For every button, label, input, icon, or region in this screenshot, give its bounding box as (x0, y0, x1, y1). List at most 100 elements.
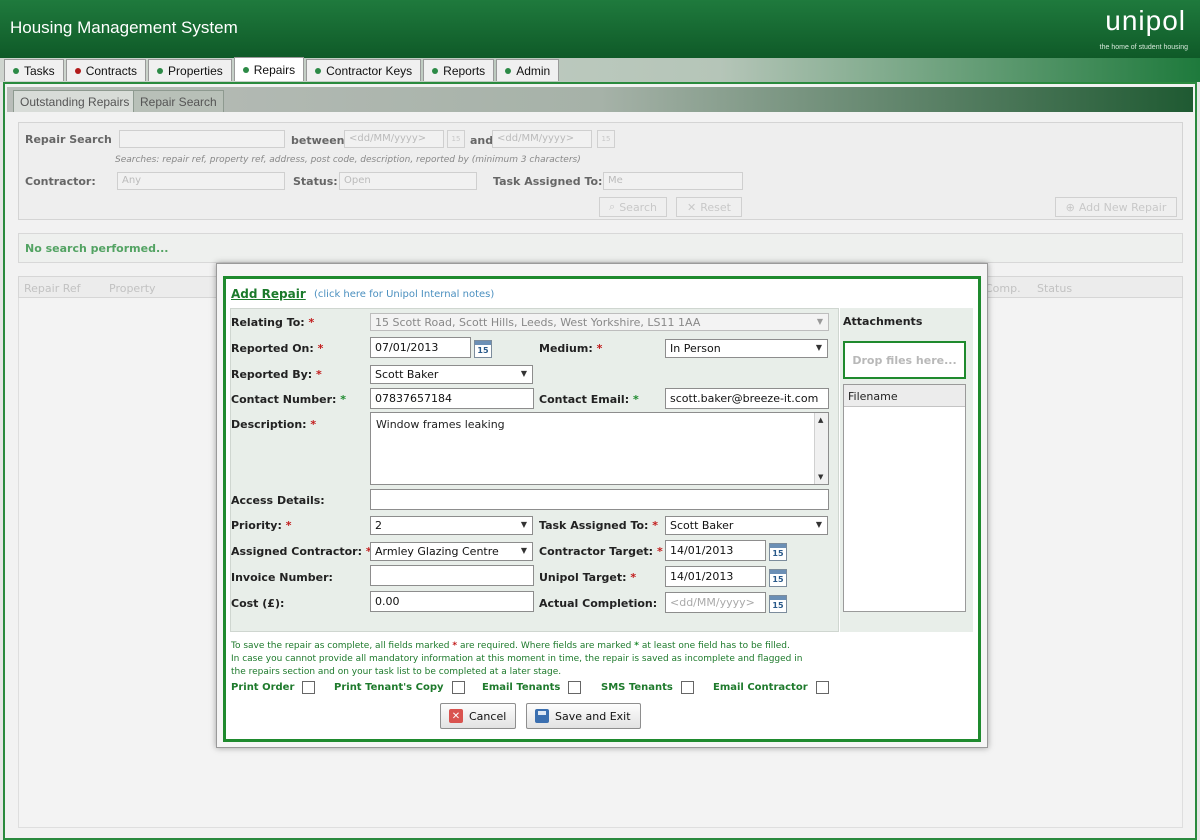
tab-reports[interactable]: Reports (423, 59, 495, 81)
logo-tagline: the home of student housing (1099, 44, 1188, 51)
sub-tabs: Outstanding Repairs Repair Search (7, 87, 1193, 112)
calendar-to-icon[interactable]: 15 (597, 130, 615, 148)
unipol-target-input[interactable]: 14/01/2013 (665, 566, 766, 587)
repair-search-panel: Repair Search between <dd/MM/yyyy> 15 an… (18, 122, 1183, 220)
contact-email-input[interactable]: scott.baker@breeze-it.com (665, 388, 829, 409)
app-title: Housing Management System (10, 18, 238, 37)
cancel-icon: ✕ (449, 709, 463, 723)
calendar-icon[interactable]: 15 (769, 595, 787, 613)
sms-tenants-checkbox[interactable] (680, 681, 694, 694)
description-scrollbar[interactable]: ▲ ▼ (814, 413, 828, 484)
main-tabs: Tasks Contracts Properties Repairs Contr… (4, 57, 560, 81)
description-label: Description: * (231, 418, 317, 431)
print-order-option: Print Order (231, 681, 316, 694)
cost-input[interactable]: 0.00 (370, 591, 534, 612)
calendar-icon[interactable]: 15 (474, 340, 492, 358)
contact-number-label: Contact Number: * (231, 393, 347, 406)
access-details-input[interactable] (370, 489, 829, 510)
save-icon (535, 709, 549, 723)
priority-select[interactable]: 2 ▼ (370, 516, 533, 535)
chevron-down-icon: ▼ (520, 520, 527, 529)
unipol-logo: unipol (1105, 5, 1186, 36)
between-label: between (291, 134, 345, 147)
footnote-line-2: In case you cannot provide all mandatory… (231, 654, 803, 664)
status-dot-icon (505, 67, 512, 74)
contractor-target-input[interactable]: 14/01/2013 (665, 540, 766, 561)
reported-by-label: Reported By: * (231, 368, 322, 381)
invoice-number-label: Invoice Number: (231, 571, 333, 584)
contractor-label: Contractor: (25, 175, 96, 188)
sms-tenants-option: SMS Tenants (601, 681, 694, 694)
search-button[interactable]: ⌕ Search (599, 197, 667, 217)
internal-notes-link[interactable]: (click here for Unipol Internal notes) (314, 289, 494, 300)
filename-column[interactable]: Filename (844, 385, 965, 407)
search-icon: ⌕ (609, 200, 616, 213)
status-dot-icon (242, 66, 249, 73)
output-options: Print Order Print Tenant's Copy Email Te… (231, 681, 971, 699)
email-contractor-checkbox[interactable] (815, 681, 829, 694)
task-assigned-to-select[interactable]: Scott Baker ▼ (665, 516, 828, 535)
tab-repair-search[interactable]: Repair Search (133, 90, 224, 112)
cancel-button[interactable]: ✕ Cancel (440, 703, 516, 729)
reported-on-input[interactable]: 07/01/2013 (370, 337, 471, 358)
print-tenants-copy-option: Print Tenant's Copy (334, 681, 465, 694)
chevron-down-icon: ▼ (816, 317, 823, 326)
reported-by-select[interactable]: Scott Baker ▼ (370, 365, 533, 384)
status-select[interactable]: Open (339, 172, 477, 190)
status-dot-icon (432, 67, 439, 74)
contact-number-input[interactable]: 07837657184 (370, 388, 534, 409)
file-drop-zone[interactable]: Drop files here... (843, 341, 966, 379)
chevron-down-icon: ▼ (520, 546, 527, 555)
scroll-up-icon[interactable]: ▲ (818, 416, 823, 424)
contact-email-label: Contact Email: * (539, 393, 639, 406)
add-new-repair-button[interactable]: ⊕ Add New Repair (1055, 197, 1177, 217)
actual-completion-input[interactable]: <dd/MM/yyyy> (665, 592, 766, 613)
attachments-panel: Attachments Drop files here... Filename (840, 308, 973, 632)
description-textarea[interactable]: Window frames leaking ▲ ▼ (370, 412, 829, 485)
tab-tasks[interactable]: Tasks (4, 59, 64, 81)
column-status[interactable]: Status (1037, 282, 1072, 295)
task-assigned-select[interactable]: Me (603, 172, 743, 190)
relating-to-select[interactable]: 15 Scott Road, Scott Hills, Leeds, West … (370, 313, 829, 331)
priority-label: Priority: * (231, 519, 292, 532)
contractor-select[interactable]: Any (117, 172, 285, 190)
save-and-exit-button[interactable]: Save and Exit (526, 703, 641, 729)
reset-button[interactable]: ✕ Reset (676, 197, 742, 217)
tab-properties[interactable]: Properties (148, 59, 232, 81)
calendar-from-icon[interactable]: 15 (447, 130, 465, 148)
date-to-input[interactable]: <dd/MM/yyyy> (492, 130, 592, 148)
invoice-number-input[interactable] (370, 565, 534, 586)
column-property[interactable]: Property (109, 282, 156, 295)
relating-to-label: Relating To: * (231, 316, 315, 329)
tab-contracts[interactable]: Contracts (65, 59, 147, 81)
unipol-target-label: Unipol Target: * (539, 571, 637, 584)
add-repair-form: Add Repair (click here for Unipol Intern… (223, 276, 981, 742)
status-dot-icon (13, 67, 19, 74)
status-dot-icon (74, 67, 81, 74)
tab-outstanding-repairs[interactable]: Outstanding Repairs (13, 90, 137, 112)
medium-select[interactable]: In Person ▼ (665, 339, 828, 358)
email-contractor-option: Email Contractor (713, 681, 829, 694)
reported-on-label: Reported On: * (231, 342, 324, 355)
access-details-label: Access Details: (231, 494, 325, 507)
tab-repairs[interactable]: Repairs (233, 57, 305, 81)
column-comp[interactable]: Comp. (985, 282, 1021, 295)
repair-search-input[interactable] (119, 130, 285, 148)
date-from-input[interactable]: <dd/MM/yyyy> (344, 130, 444, 148)
email-tenants-option: Email Tenants (482, 681, 582, 694)
assigned-contractor-select[interactable]: Armley Glazing Centre ▼ (370, 542, 533, 561)
footnote-line-1: To save the repair as complete, all fiel… (231, 641, 790, 651)
tab-contractor-keys[interactable]: Contractor Keys (306, 59, 422, 81)
status-dot-icon (157, 67, 164, 74)
calendar-icon[interactable]: 15 (769, 543, 787, 561)
calendar-icon[interactable]: 15 (769, 569, 787, 587)
tab-admin[interactable]: Admin (496, 59, 560, 81)
column-repair-ref[interactable]: Repair Ref (24, 282, 81, 295)
print-tenants-copy-checkbox[interactable] (451, 681, 465, 694)
scroll-down-icon[interactable]: ▼ (818, 473, 823, 481)
chevron-down-icon: ▼ (815, 520, 822, 529)
medium-label: Medium: * (539, 342, 603, 355)
print-order-checkbox[interactable] (302, 681, 316, 694)
attachments-list: Filename (843, 384, 966, 612)
email-tenants-checkbox[interactable] (568, 681, 582, 694)
